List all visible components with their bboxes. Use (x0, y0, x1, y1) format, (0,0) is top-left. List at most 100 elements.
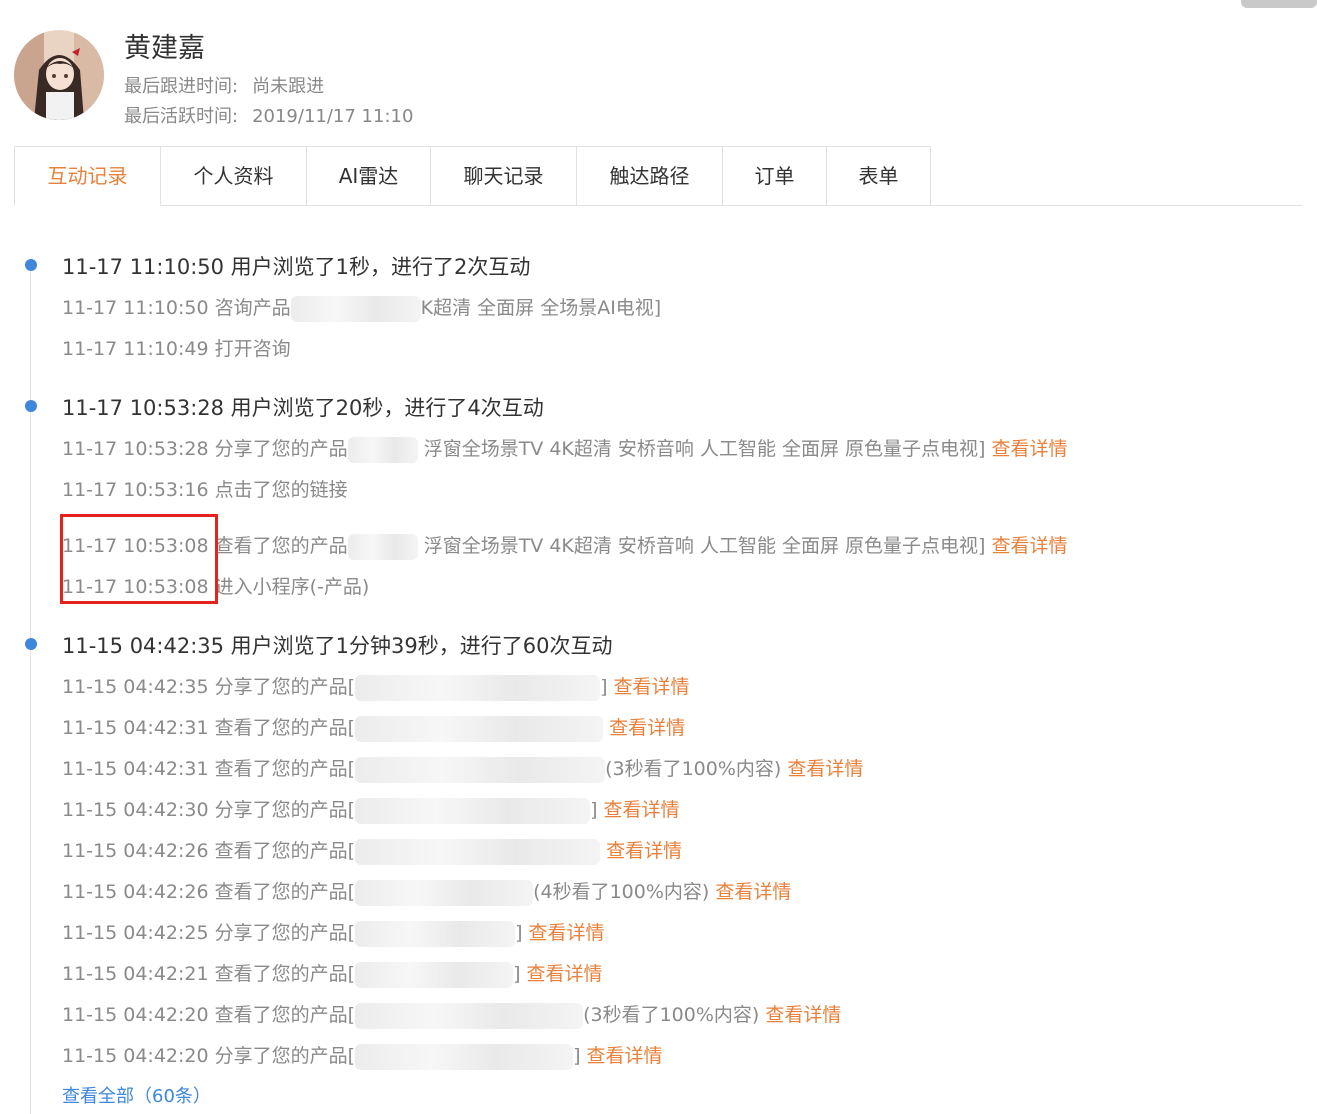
view-details-link[interactable]: 查看详情 (529, 922, 605, 944)
avatar (14, 30, 104, 120)
item-text: 分享了您的产品[ (214, 799, 356, 821)
group-title: 11-17 11:10:50 用户浏览了1秒，进行了2次互动 (62, 255, 531, 279)
item-time: 11-15 04:42:30 (62, 799, 209, 821)
view-details-link[interactable]: 查看详情 (604, 799, 680, 821)
tab-profile[interactable]: 个人资料 (161, 146, 307, 206)
timeline-dot (25, 259, 37, 271)
redacted-product-name (355, 756, 606, 783)
tab-bar-divider (929, 205, 1302, 206)
item-tail: (4秒看了100%内容) (533, 881, 710, 903)
timeline-item: 11-15 04:42:35 分享了您的产品[] 查看详情 (62, 672, 690, 701)
item-time: 11-15 04:42:35 (62, 676, 209, 698)
timeline-item: 11-15 04:42:25 分享了您的产品[] 查看详情 (62, 918, 605, 947)
redacted-product-name (355, 838, 601, 865)
redacted-product-name (355, 961, 514, 988)
item-text: 查看了您的产品[ (214, 717, 356, 739)
item-time: 11-15 04:42:21 (62, 963, 209, 985)
item-time: 11-15 04:42:20 (62, 1045, 209, 1067)
timeline-item: 11-15 04:42:20 查看了您的产品[ (3秒看了100%内容) 查看详情 (62, 1000, 841, 1029)
item-time: 11-15 04:42:20 (62, 1004, 209, 1026)
tab-ai-radar[interactable]: AI雷达 (307, 146, 431, 206)
item-tail: (3秒看了100%内容) (605, 758, 782, 780)
item-text: 打开咨询 (214, 338, 291, 360)
timeline-item: 11-15 04:42:26 查看了您的产品[ 查看详情 (62, 836, 682, 865)
tab-orders[interactable]: 订单 (723, 146, 827, 206)
last-follow-row: 最后跟进时间: 尚未跟进 (124, 72, 324, 98)
last-follow-label: 最后跟进时间: (124, 76, 239, 97)
item-tail: 浮窗全场景TV 4K超清 安桥音响 人工智能 全面屏 原色量子点电视] (423, 438, 986, 460)
tab-bar: 互动记录 个人资料 AI雷达 聊天记录 触达路径 订单 表单 (14, 146, 931, 206)
view-details-link[interactable]: 查看详情 (606, 840, 682, 862)
item-time: 11-15 04:42:26 (62, 881, 209, 903)
item-text: 分享了您的产品[ (214, 922, 356, 944)
view-details-link[interactable]: 查看详情 (609, 717, 685, 739)
item-text: 查看了您的产品[ (214, 881, 356, 903)
item-tail: ] (515, 922, 523, 944)
item-text: 进入小程序(-产品) (214, 576, 370, 598)
item-tail: ] (590, 799, 598, 821)
redacted-product-name (355, 797, 591, 824)
item-text: 查看了您的产品 (214, 535, 348, 557)
last-active-value: 2019/11/17 11:10 (252, 106, 414, 127)
item-tail: ] (513, 963, 521, 985)
item-tail: ] (573, 1045, 581, 1067)
item-tail: K超清 全面屏 全场景AI电视] (420, 297, 662, 319)
view-details-link[interactable]: 查看详情 (614, 676, 690, 698)
timeline-item: 11-17 11:10:50 咨询产品 K超清 全面屏 全场景AI电视] (62, 293, 661, 322)
timeline-item: 11-15 04:42:21 查看了您的产品[] 查看详情 (62, 959, 603, 988)
item-time: 11-17 11:10:50 (62, 297, 209, 319)
item-text: 查看了您的产品[ (214, 963, 356, 985)
redacted-product-name (355, 920, 516, 947)
timeline-item: 11-15 04:42:30 分享了您的产品[] 查看详情 (62, 795, 680, 824)
view-all-link[interactable]: 查看全部（60条） (62, 1082, 211, 1108)
view-details-link[interactable]: 查看详情 (765, 1004, 841, 1026)
view-details-link[interactable]: 查看详情 (527, 963, 603, 985)
item-time: 11-17 11:10:49 (62, 338, 209, 360)
group-title: 11-15 04:42:35 用户浏览了1分钟39秒，进行了60次互动 (62, 634, 613, 658)
view-details-link[interactable]: 查看详情 (715, 881, 791, 903)
redacted-product-name (355, 674, 601, 701)
item-tail: 浮窗全场景TV 4K超清 安桥音响 人工智能 全面屏 原色量子点电视] (423, 535, 986, 557)
timeline-item: 11-17 10:53:28 分享了您的产品 浮窗全场景TV 4K超清 安桥音响… (62, 434, 1068, 463)
highlight-annotation-box (60, 514, 218, 604)
top-right-button[interactable] (1241, 0, 1317, 8)
item-time: 11-15 04:42:25 (62, 922, 209, 944)
item-text: 查看了您的产品[ (214, 840, 356, 862)
tab-touch-path[interactable]: 触达路径 (577, 146, 723, 206)
redacted-product-name (355, 1043, 574, 1070)
item-tail: ] (600, 676, 608, 698)
tab-forms[interactable]: 表单 (827, 146, 931, 206)
timeline-item: 11-15 04:42:31 查看了您的产品[ 查看详情 (62, 713, 685, 742)
last-active-row: 最后活跃时间: 2019/11/17 11:10 (124, 102, 413, 128)
item-time: 11-15 04:42:31 (62, 758, 209, 780)
item-text: 查看了您的产品[ (214, 1004, 356, 1026)
timeline-item: 11-15 04:42:31 查看了您的产品[ (3秒看了100%内容) 查看详情 (62, 754, 863, 783)
timeline-dot (25, 400, 37, 412)
view-details-link[interactable]: 查看详情 (992, 535, 1068, 557)
timeline-item: 11-15 04:42:26 查看了您的产品[ (4秒看了100%内容) 查看详情 (62, 877, 791, 906)
timeline-item: 11-15 04:42:20 分享了您的产品[] 查看详情 (62, 1041, 663, 1070)
timeline-line (30, 262, 31, 1114)
item-time: 11-15 04:42:31 (62, 717, 209, 739)
timeline-item: 11-17 10:53:16 点击了您的链接 (62, 475, 348, 502)
view-details-link[interactable]: 查看详情 (587, 1045, 663, 1067)
last-follow-value: 尚未跟进 (252, 76, 325, 97)
item-text: 分享了您的产品 (214, 438, 348, 460)
redacted-product-name (290, 295, 421, 322)
item-time: 11-17 10:53:28 (62, 438, 209, 460)
view-details-link[interactable]: 查看详情 (787, 758, 863, 780)
item-text: 查看了您的产品[ (214, 758, 356, 780)
group-title: 11-17 10:53:28 用户浏览了20秒，进行了4次互动 (62, 396, 544, 420)
contact-name: 黄建嘉 (124, 33, 205, 64)
tab-interaction-records[interactable]: 互动记录 (14, 146, 161, 206)
tab-chat-history[interactable]: 聊天记录 (431, 146, 577, 206)
last-active-label: 最后活跃时间: (124, 106, 239, 127)
item-time: 11-15 04:42:26 (62, 840, 209, 862)
item-time: 11-17 10:53:16 (62, 479, 209, 501)
redacted-product-name (355, 715, 604, 742)
item-text: 分享了您的产品[ (214, 676, 356, 698)
redacted-product-name (347, 436, 418, 463)
timeline-dot (25, 638, 37, 650)
item-tail: (3秒看了100%内容) (583, 1004, 760, 1026)
view-details-link[interactable]: 查看详情 (992, 438, 1068, 460)
